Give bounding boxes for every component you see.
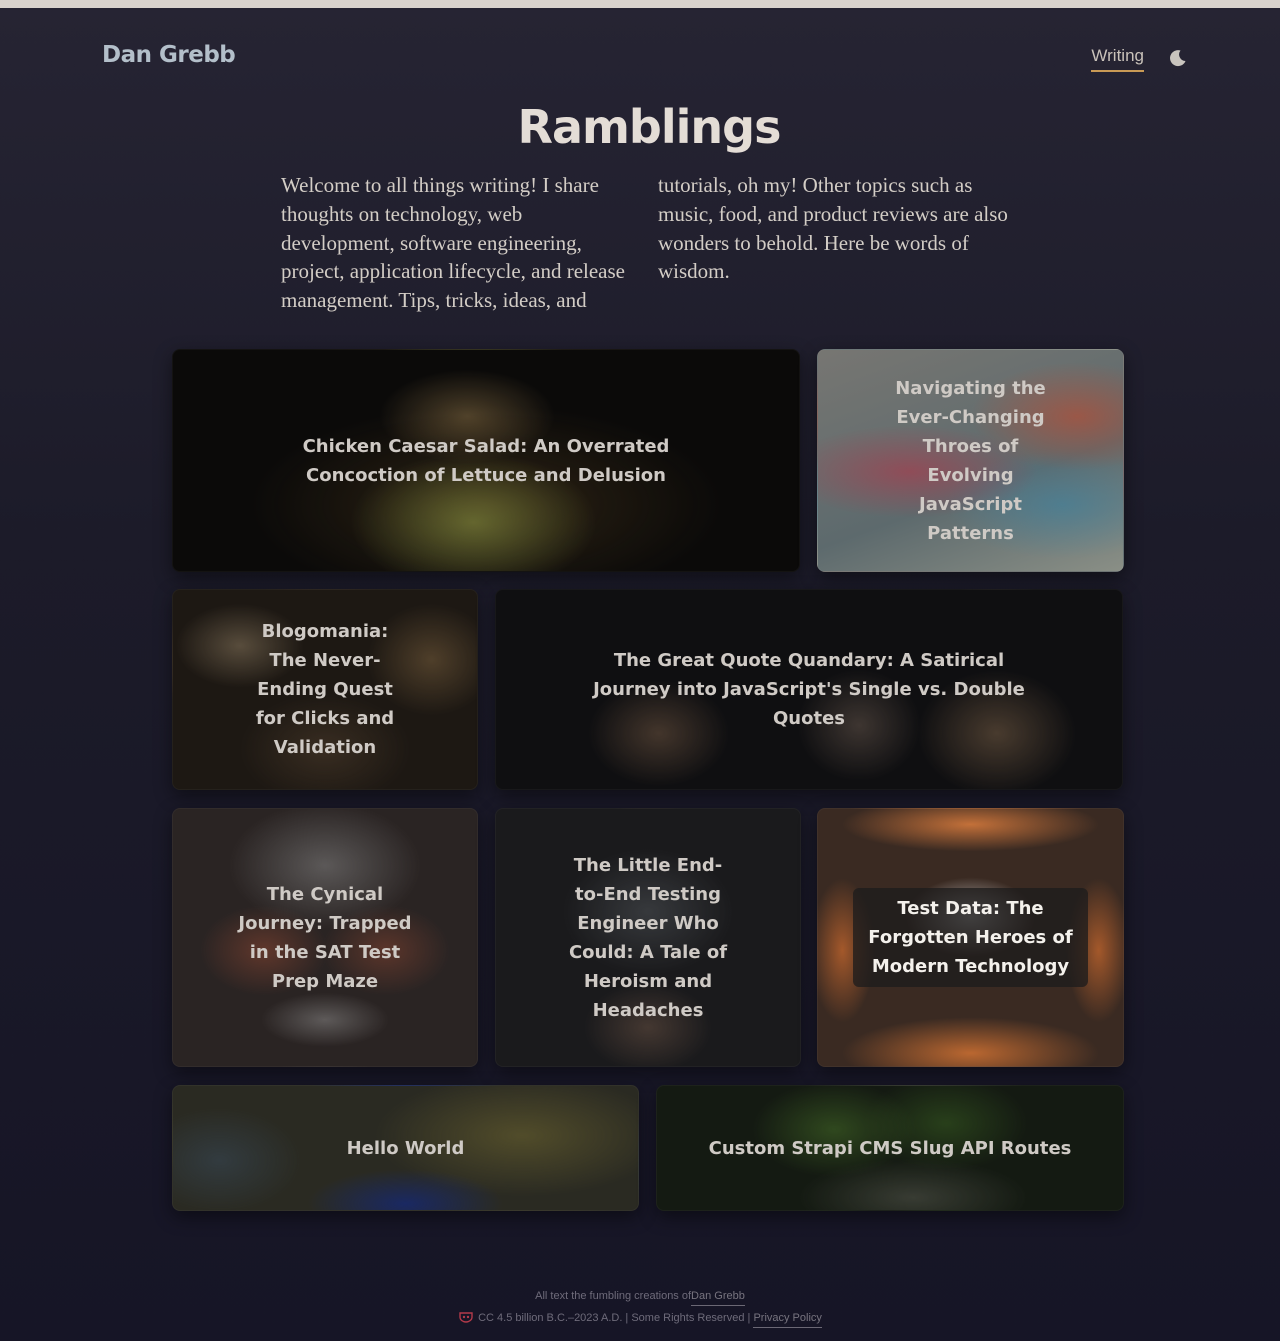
- post-title: The Cynical Journey: Trapped in the SAT …: [238, 883, 412, 992]
- post-title: Navigating the Ever-Changing Throes of E…: [895, 377, 1046, 544]
- post-title: The Great Quote Quandary: A Satirical Jo…: [593, 650, 1025, 729]
- footer-license-text: CC 4.5 billion B.C.–2023 A.D. | Some Rig…: [478, 1312, 751, 1324]
- footer-credit: All text the fumbling creations ofDan Gr…: [0, 1290, 1280, 1306]
- privacy-policy-link[interactable]: Privacy Policy: [753, 1312, 822, 1328]
- post-title: Test Data: The Forgotten Heroes of Moder…: [853, 888, 1088, 987]
- creative-commons-icon: [459, 1312, 473, 1323]
- post-card[interactable]: Blogomania: The Never-Ending Quest for C…: [172, 589, 478, 790]
- post-title: Custom Strapi CMS Slug API Routes: [708, 1137, 1072, 1159]
- post-card[interactable]: Test Data: The Forgotten Heroes of Moder…: [817, 808, 1124, 1067]
- post-card[interactable]: The Great Quote Quandary: A Satirical Jo…: [495, 589, 1123, 790]
- post-title: Hello World: [346, 1137, 465, 1159]
- post-title: Blogomania: The Never-Ending Quest for C…: [255, 621, 395, 758]
- post-card[interactable]: Hello World: [172, 1085, 639, 1211]
- post-title: Chicken Caesar Salad: An Overrated Conco…: [302, 435, 670, 486]
- footer-author-link[interactable]: Dan Grebb: [691, 1290, 745, 1306]
- footer-credit-text: All text the fumbling creations of: [535, 1290, 692, 1302]
- post-card[interactable]: Navigating the Ever-Changing Throes of E…: [817, 349, 1124, 572]
- posts-grid: Chicken Caesar Salad: An Overrated Conco…: [0, 0, 1280, 1341]
- footer-license: CC 4.5 billion B.C.–2023 A.D. | Some Rig…: [0, 1311, 1280, 1328]
- post-card[interactable]: Chicken Caesar Salad: An Overrated Conco…: [172, 349, 800, 572]
- post-card[interactable]: The Cynical Journey: Trapped in the SAT …: [172, 808, 478, 1067]
- post-card[interactable]: The Little End-to-End Testing Engineer W…: [495, 808, 801, 1067]
- post-title: The Little End-to-End Testing Engineer W…: [568, 854, 728, 1021]
- post-card[interactable]: Custom Strapi CMS Slug API Routes: [656, 1085, 1124, 1211]
